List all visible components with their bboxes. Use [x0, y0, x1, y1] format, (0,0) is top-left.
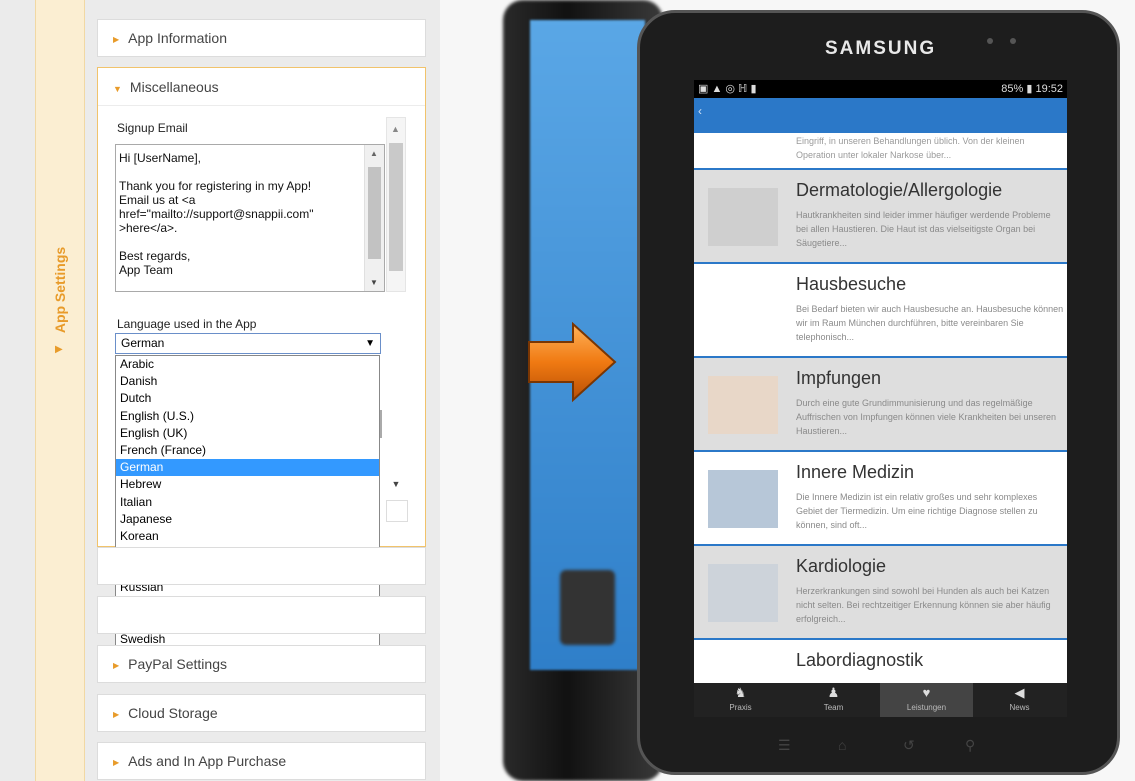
item-description: Herzerkrankungen sind sowohl bei Hunden … [796, 586, 1051, 624]
item-title: Hausbesuche [796, 274, 907, 294]
camera-icon [987, 38, 993, 44]
scroll-up-icon[interactable]: ▲ [370, 149, 378, 158]
language-option[interactable]: Arabic [116, 356, 379, 373]
language-option[interactable]: German [116, 459, 379, 477]
app-settings-tab[interactable] [35, 0, 85, 781]
list-item[interactable]: Hausbesuche Bei Bedarf bieten wir auch Ha… [694, 262, 1067, 356]
back-key-icon[interactable]: ↺ [903, 737, 915, 754]
list-item[interactable]: Kardiologie Herzerkrankungen sind sowohl … [694, 544, 1067, 638]
item-thumbnail [708, 282, 778, 340]
item-title: Innere Medizin [796, 462, 915, 482]
language-option[interactable]: Dutch [116, 390, 379, 407]
scroll-up-icon[interactable]: ▲ [391, 124, 400, 134]
status-icons: ▣ ▲ ◎ ℍ ▮ [698, 83, 757, 95]
chevron-down-icon[interactable]: ▼ [386, 474, 406, 494]
previous-item-text: Eingriff, in unseren Behandlungen üblich… [796, 136, 1025, 160]
item-title: Labordiagnostik [796, 650, 924, 670]
textarea-scrollbar[interactable]: ▲ ▼ [364, 145, 384, 291]
language-option[interactable]: French (France) [116, 442, 379, 459]
hidden-input-edge [380, 410, 382, 438]
tab-praxis[interactable]: ♞ Praxis [694, 683, 787, 717]
tab-news[interactable]: ◀ News [973, 683, 1066, 717]
language-option[interactable]: Hebrew [116, 476, 379, 493]
item-thumbnail [708, 376, 778, 434]
item-description: Die Innere Medizin ist ein relativ große… [796, 492, 1038, 530]
status-bar: ▣ ▲ ◎ ℍ ▮ 85% ▮ 19:52 [694, 80, 1067, 98]
chevron-down-icon: ▼ [365, 338, 375, 349]
tab-bar: ♞ Praxis ♟ Team ♥ Leistungen ◀ News [694, 683, 1067, 717]
item-title: Kardiologie [796, 556, 887, 576]
item-description: Hautkrankheiten sind leider immer häufig… [796, 210, 1051, 248]
hidden-color-box[interactable] [386, 500, 408, 522]
signup-email-text[interactable]: Hi [UserName], Thank you for registering… [119, 151, 363, 277]
signup-email-label: Signup Email [117, 121, 188, 135]
list-item[interactable]: Dermatologie/Allergologie Hautkrankheiten… [694, 168, 1067, 262]
menu-key-icon[interactable]: ☰ [778, 737, 791, 754]
triangle-right-icon: ▶ [113, 35, 120, 44]
team-icon: ♟ [827, 685, 840, 700]
sensor-icon [1010, 38, 1016, 44]
signup-email-textarea[interactable]: Hi [UserName], Thank you for registering… [115, 144, 385, 292]
app-settings-tab-label: App Settings [52, 246, 68, 334]
section-scrollbar-thumb[interactable] [389, 143, 403, 271]
tablet-brand: SAMSUNG [825, 38, 937, 59]
section-miscellaneous-header[interactable]: ▼ Miscellaneous [98, 68, 425, 106]
search-key-icon[interactable]: ⚲ [965, 737, 975, 754]
triangle-right-icon: ▶ [113, 758, 120, 767]
triangle-right-icon: ▶ [55, 344, 63, 355]
arrow-right-icon [528, 321, 617, 403]
language-option[interactable]: Korean [116, 528, 379, 545]
tab-label: Leistungen [906, 703, 947, 712]
home-key-icon[interactable]: ⌂ [838, 737, 846, 753]
heart-icon: ♥ [922, 685, 931, 700]
item-thumbnail [708, 188, 778, 246]
tab-leistungen[interactable]: ♥ Leistungen [880, 683, 973, 717]
language-option[interactable]: English (U.S.) [116, 408, 379, 425]
section-hidden-2[interactable] [97, 596, 426, 634]
section-paypal-settings[interactable]: ▶ PayPal Settings [97, 645, 426, 683]
megaphone-icon: ◀ [1014, 685, 1025, 700]
list-item[interactable]: Innere Medizin Die Innere Medizin ist ein… [694, 450, 1067, 544]
scroll-down-icon[interactable]: ▼ [370, 278, 378, 287]
triangle-right-icon: ▶ [113, 710, 120, 719]
dog-icon: ♞ [734, 685, 747, 700]
list-item[interactable]: Impfungen Durch eine gute Grundimmunisier… [694, 356, 1067, 450]
language-option[interactable]: Italian [116, 494, 379, 511]
item-description: Durch eine gute Grundimmunisierung und d… [796, 398, 1057, 436]
language-option[interactable]: Danish [116, 373, 379, 390]
item-thumbnail [708, 470, 778, 528]
tab-label: Team [823, 703, 844, 712]
tablet-screen: ▣ ▲ ◎ ℍ ▮ 85% ▮ 19:52 ‹ Eingriff, in uns… [694, 80, 1067, 717]
textarea-scrollbar-thumb[interactable] [368, 167, 381, 259]
language-label: Language used in the App [117, 317, 257, 331]
tab-label: Praxis [729, 703, 752, 712]
tab-team[interactable]: ♟ Team [787, 683, 880, 717]
item-title: Impfungen [796, 368, 882, 388]
language-option[interactable]: English (UK) [116, 425, 379, 442]
language-option[interactable]: Japanese [116, 511, 379, 528]
status-right: 85% ▮ 19:52 [1001, 83, 1063, 95]
item-description: Bei Bedarf bieten wir auch Hausbesuche a… [796, 304, 1064, 342]
section-app-information[interactable]: ▶ App Information [97, 19, 426, 57]
section-cloud-storage[interactable]: ▶ Cloud Storage [97, 694, 426, 732]
item-title: Dermatologie/Allergologie [796, 180, 1003, 200]
action-bar: ‹ [694, 98, 1067, 133]
back-chevron-icon[interactable]: ‹ [698, 104, 702, 118]
tab-label: News [1009, 703, 1030, 712]
item-thumbnail [708, 564, 778, 622]
triangle-right-icon: ▶ [113, 661, 120, 670]
triangle-down-icon: ▼ [113, 84, 122, 94]
section-ads-in-app-purchase[interactable]: ▶ Ads and In App Purchase [97, 742, 426, 780]
section-hidden-1[interactable] [97, 547, 426, 585]
language-select[interactable]: German ▼ [115, 333, 381, 354]
lock-icon [560, 570, 615, 645]
